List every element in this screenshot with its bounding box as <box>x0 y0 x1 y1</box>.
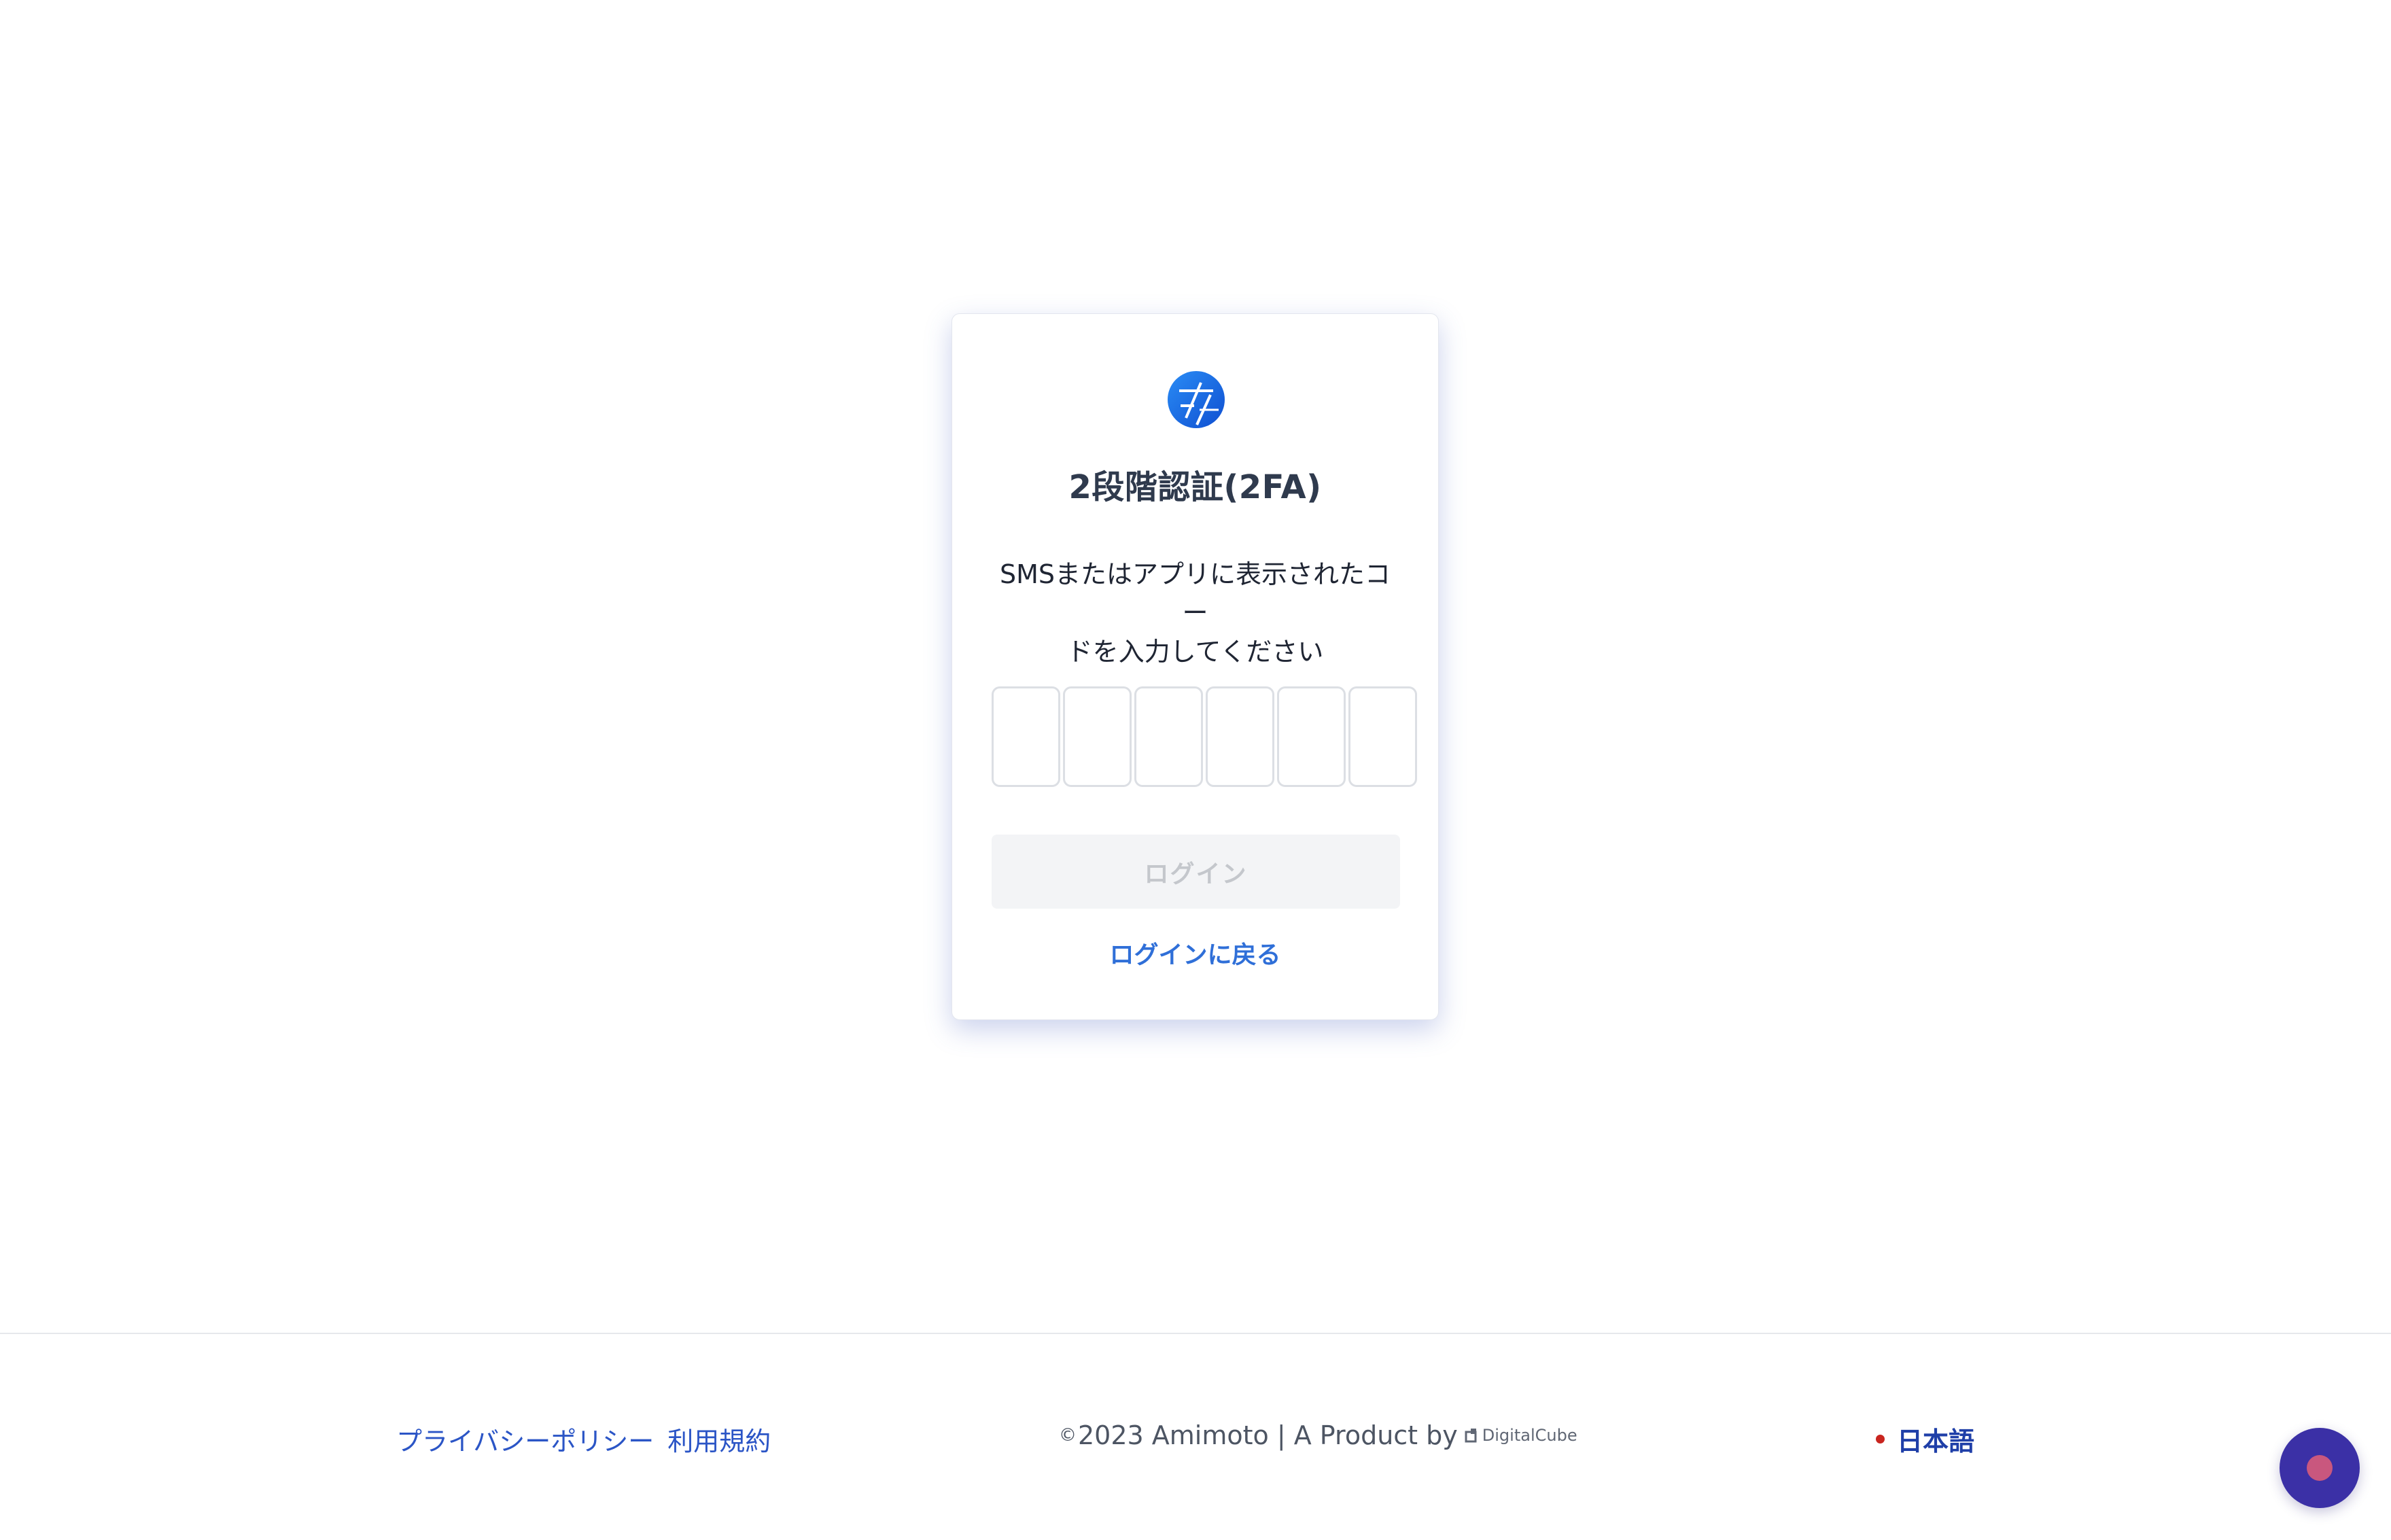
language-selector[interactable]: 日本語 <box>1876 1420 1974 1458</box>
chat-icon <box>2307 1455 2333 1481</box>
amimoto-logo-icon <box>1168 371 1225 428</box>
otp-input-group <box>992 686 1417 787</box>
chat-button[interactable] <box>2280 1428 2360 1508</box>
login-button[interactable]: ログイン <box>992 835 1400 909</box>
instruction-text: SMSまたはアプリに表示されたコー ドを入力してください <box>993 555 1397 671</box>
otp-digit-6[interactable] <box>1348 686 1417 787</box>
instruction-line-1: SMSまたはアプリに表示されたコー <box>999 559 1391 628</box>
login-card: 2段階認証(2FA) SMSまたはアプリに表示されたコー ドを入力してください … <box>952 313 1439 1020</box>
otp-digit-1[interactable] <box>992 686 1060 787</box>
otp-digit-4[interactable] <box>1206 686 1274 787</box>
language-label: 日本語 <box>1897 1427 1975 1456</box>
japan-flag-icon <box>1876 1435 1885 1443</box>
footer-links: プライバシーポリシー 利用規約 <box>396 1420 771 1458</box>
back-to-login-link[interactable]: ログインに戻る <box>952 935 1438 970</box>
page-title: 2段階認証(2FA) <box>1068 468 1322 506</box>
otp-digit-5[interactable] <box>1277 686 1346 787</box>
instruction-line-2: ドを入力してください <box>1066 637 1324 667</box>
otp-digit-2[interactable] <box>1063 686 1132 787</box>
digitalcube-logo-icon <box>1465 1429 1477 1443</box>
footer-divider <box>0 1333 2391 1334</box>
privacy-policy-link[interactable]: プライバシーポリシー <box>396 1420 654 1458</box>
otp-digit-3[interactable] <box>1134 686 1203 787</box>
copyright-sign: © <box>1059 1425 1077 1446</box>
copyright: © 2023 Amimoto | A Product by DigitalCub… <box>1059 1420 1577 1450</box>
vendor-name: DigitalCube <box>1482 1426 1577 1445</box>
copyright-text: 2023 Amimoto | A Product by <box>1078 1420 1458 1450</box>
page: 2段階認証(2FA) SMSまたはアプリに表示されたコー ドを入力してください … <box>0 0 2391 1540</box>
digitalcube-logo[interactable]: DigitalCube <box>1465 1426 1577 1445</box>
terms-link[interactable]: 利用規約 <box>667 1420 771 1458</box>
